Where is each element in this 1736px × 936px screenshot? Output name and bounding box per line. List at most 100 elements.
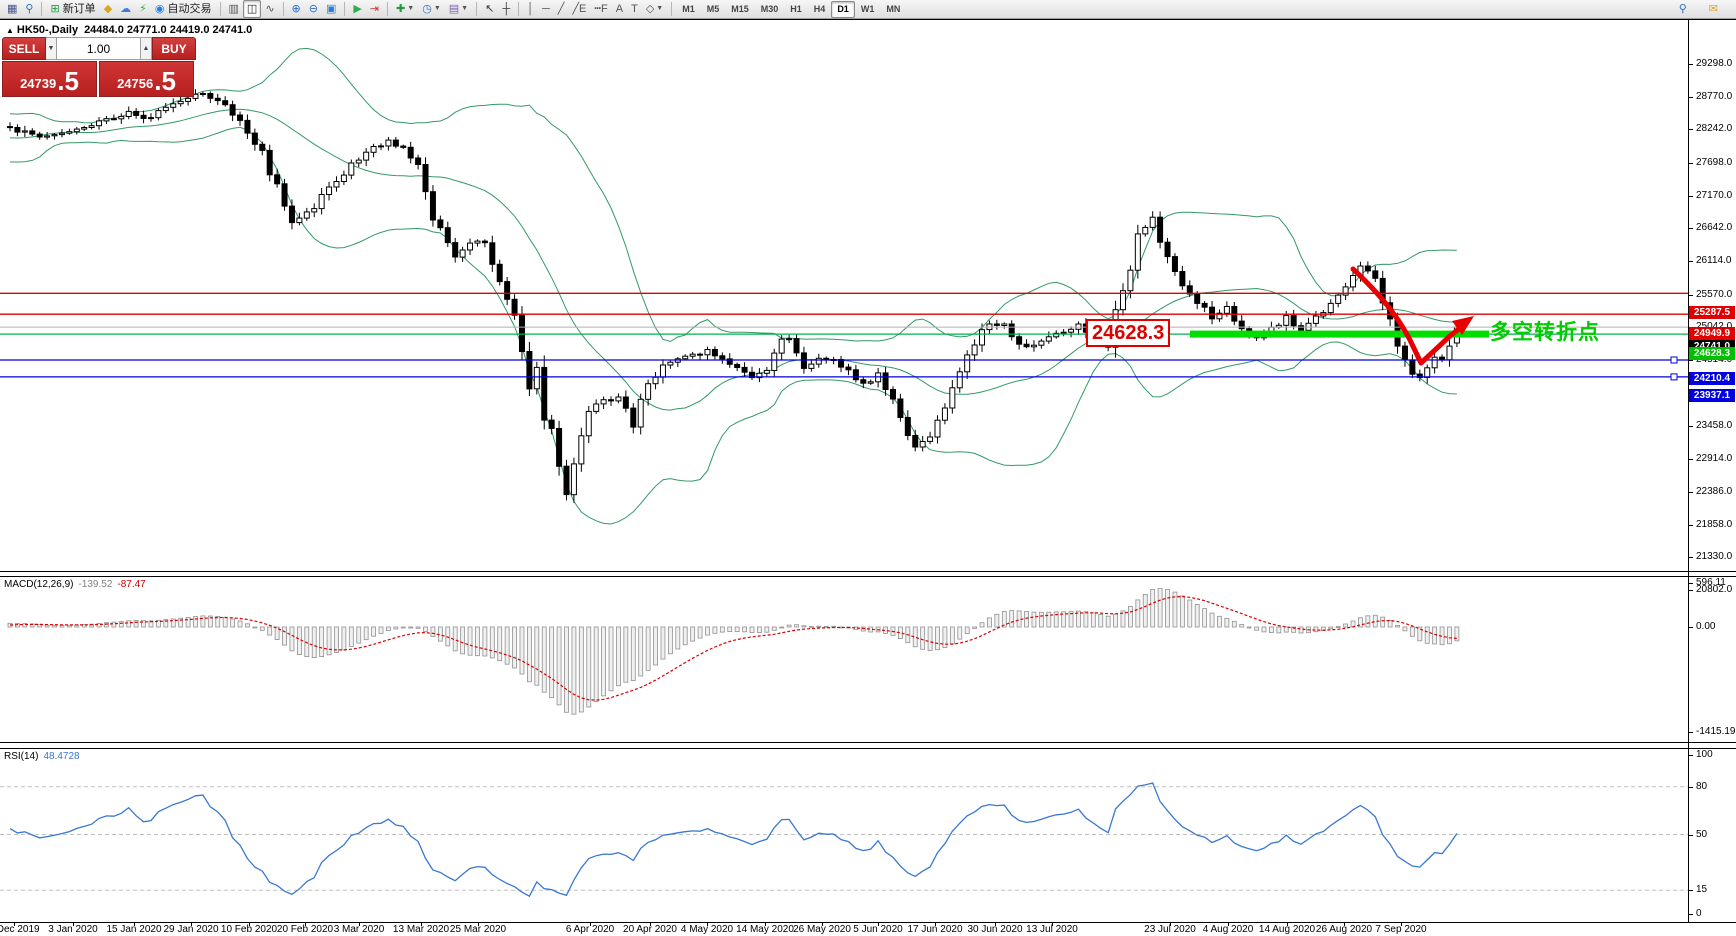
rsi-label: RSI(14)48.4728 <box>4 751 80 762</box>
gold-icon[interactable]: ◆ <box>100 0 116 18</box>
new-order-icon: ⊞ <box>50 1 59 17</box>
dropdown-arrow-icon[interactable]: ▼ <box>407 1 414 17</box>
toolbar: ▦⚲⊞新订单◆☁⚡◉自动交易▥◫∿⊕⊖▣▶⇥✚▼◷▼▤▼↖┼│─╱╱E┅FAT◇… <box>0 0 1736 19</box>
panel-separator[interactable] <box>0 748 1736 749</box>
panel-separator[interactable] <box>0 742 1736 743</box>
tile-windows-icon[interactable]: ▣ <box>322 0 340 18</box>
price-axis-tick <box>1688 426 1693 427</box>
timeframe-m5[interactable]: M5 <box>701 1 726 18</box>
price-level-label[interactable]: 23937.1 <box>1689 389 1735 402</box>
chat-icon[interactable]: ✉ <box>1705 0 1722 18</box>
timeframe-mn[interactable]: MN <box>880 1 906 18</box>
price-level-label[interactable]: 24210.4 <box>1689 372 1735 385</box>
price-axis-label: 25570.0 <box>1696 289 1732 300</box>
text-icon[interactable]: A <box>612 0 627 18</box>
line-chart-icon[interactable]: ∿ <box>261 0 278 18</box>
timeframe-m30[interactable]: M30 <box>755 1 785 18</box>
price-level-label[interactable]: 24628.3 <box>1689 347 1735 360</box>
timeframe-m15[interactable]: M15 <box>725 1 755 18</box>
profile-icon[interactable]: ☁ <box>116 0 135 18</box>
main-chart-canvas[interactable] <box>0 20 1688 571</box>
price-axis-tick <box>1688 492 1693 493</box>
new-order-icon[interactable]: ⊞新订单 <box>46 0 99 18</box>
line-handle[interactable] <box>1671 357 1677 363</box>
rsi-canvas[interactable] <box>0 749 1688 922</box>
price-axis-label: 27170.0 <box>1696 190 1732 201</box>
zoom-in-icon[interactable]: ⊕ <box>288 0 305 18</box>
highlight-band[interactable] <box>1190 331 1489 338</box>
volume-decrease-button[interactable]: ▼ <box>46 37 57 60</box>
price-axis-tick <box>1688 557 1693 558</box>
dropdown-arrow-icon[interactable]: ▼ <box>461 1 468 17</box>
price-axis-tick <box>1688 459 1693 460</box>
macd-canvas[interactable] <box>0 577 1688 742</box>
line-handle[interactable] <box>1671 374 1677 380</box>
price-level-label[interactable]: 25287.5 <box>1689 306 1735 319</box>
toolbar-separator <box>671 2 672 16</box>
equidistant-channel-icon: ╱E <box>572 1 586 17</box>
annotation-text[interactable]: 多空转折点 <box>1490 316 1600 346</box>
fibonacci-icon[interactable]: ┅F <box>590 0 611 18</box>
dropdown-arrow-icon[interactable]: ▼ <box>434 1 441 17</box>
chart-expand-icon[interactable]: ▲ <box>6 26 14 35</box>
macd-axis-tick <box>1688 583 1693 584</box>
chart-shift-icon: ⇥ <box>370 1 379 17</box>
macd-axis-tick <box>1688 627 1693 628</box>
toolbar-separator <box>344 2 345 16</box>
auto-scroll-icon[interactable]: ▶ <box>349 0 365 18</box>
macd-axis-label: -1415.19 <box>1696 726 1735 737</box>
chart-shift-icon[interactable]: ⇥ <box>366 0 383 18</box>
buy-price-display[interactable]: 24756.5 <box>99 61 194 97</box>
new-chart-icon[interactable]: ▦ <box>3 0 21 18</box>
trendline-icon[interactable]: ╱ <box>554 0 569 18</box>
timeframe-h1[interactable]: H1 <box>784 1 808 18</box>
indicators-icon[interactable]: ✚▼ <box>392 0 418 18</box>
crosshair-icon[interactable]: ┼ <box>498 0 514 18</box>
panel-separator[interactable] <box>0 571 1736 572</box>
toolbar-separator <box>220 2 221 16</box>
timeframe-m1[interactable]: M1 <box>676 1 701 18</box>
panel-separator[interactable] <box>0 576 1736 577</box>
cursor-icon: ↖ <box>485 1 494 17</box>
horizontal-line-icon[interactable]: ─ <box>538 0 554 18</box>
dropdown-arrow-icon[interactable]: ▼ <box>656 1 663 17</box>
arrows-icon: ◇ <box>646 1 654 17</box>
chart-window[interactable]: ▲HK50-,Daily24484.0 24771.0 24419.0 2474… <box>0 19 1736 936</box>
price-axis-label: 26114.0 <box>1696 255 1731 266</box>
text-label-icon[interactable]: T <box>627 0 642 18</box>
autotrading-icon-label: 自动交易 <box>168 1 212 17</box>
volume-input[interactable] <box>57 37 141 60</box>
periods-icon[interactable]: ◷▼ <box>418 0 445 18</box>
sell-price-display[interactable]: 24739.5 <box>2 61 97 97</box>
candlestick-chart-icon[interactable]: ◫ <box>243 0 261 18</box>
buy-button[interactable]: BUY <box>152 37 196 60</box>
price-callout-box[interactable]: 24628.3 <box>1086 319 1170 347</box>
vertical-line-icon[interactable]: │ <box>523 0 538 18</box>
equidistant-channel-icon[interactable]: ╱E <box>568 0 590 18</box>
sell-button[interactable]: SELL <box>2 37 46 60</box>
bar-chart-icon[interactable]: ▥ <box>225 0 243 18</box>
autotrading-icon[interactable]: ◉自动交易 <box>151 0 216 18</box>
macd-axis-label: 0.00 <box>1696 621 1715 632</box>
arrows-icon[interactable]: ◇▼ <box>642 0 667 18</box>
templates-icon[interactable]: ▤▼ <box>445 0 472 18</box>
line-chart-icon: ∿ <box>265 1 274 17</box>
price-level-label[interactable]: 24949.9 <box>1689 327 1735 340</box>
rsi-axis-tick <box>1688 835 1693 836</box>
zoom-out-icon[interactable]: ⊖ <box>305 0 322 18</box>
cursor-icon[interactable]: ↖ <box>481 0 498 18</box>
market-watch-icon[interactable]: ⚲ <box>21 0 37 18</box>
timeframe-w1[interactable]: W1 <box>855 1 881 18</box>
sell-price-main: 24739 <box>20 76 56 91</box>
price-axis-tick <box>1688 97 1693 98</box>
search-icon[interactable]: ⚲ <box>1675 0 1691 18</box>
volume-increase-button[interactable]: ▲ <box>141 37 152 60</box>
timeframe-d1[interactable]: D1 <box>831 1 855 18</box>
date-label: 7 Sep 2020 <box>1346 924 1456 935</box>
new-chart-icon: ▦ <box>7 1 17 17</box>
chat-icon: ✉ <box>1709 1 1718 17</box>
timeframe-h4[interactable]: H4 <box>808 1 832 18</box>
signal-icon[interactable]: ⚡ <box>135 0 151 18</box>
symbol-period-label: HK50-,Daily <box>17 24 78 36</box>
rsi-axis-tick <box>1688 890 1693 891</box>
